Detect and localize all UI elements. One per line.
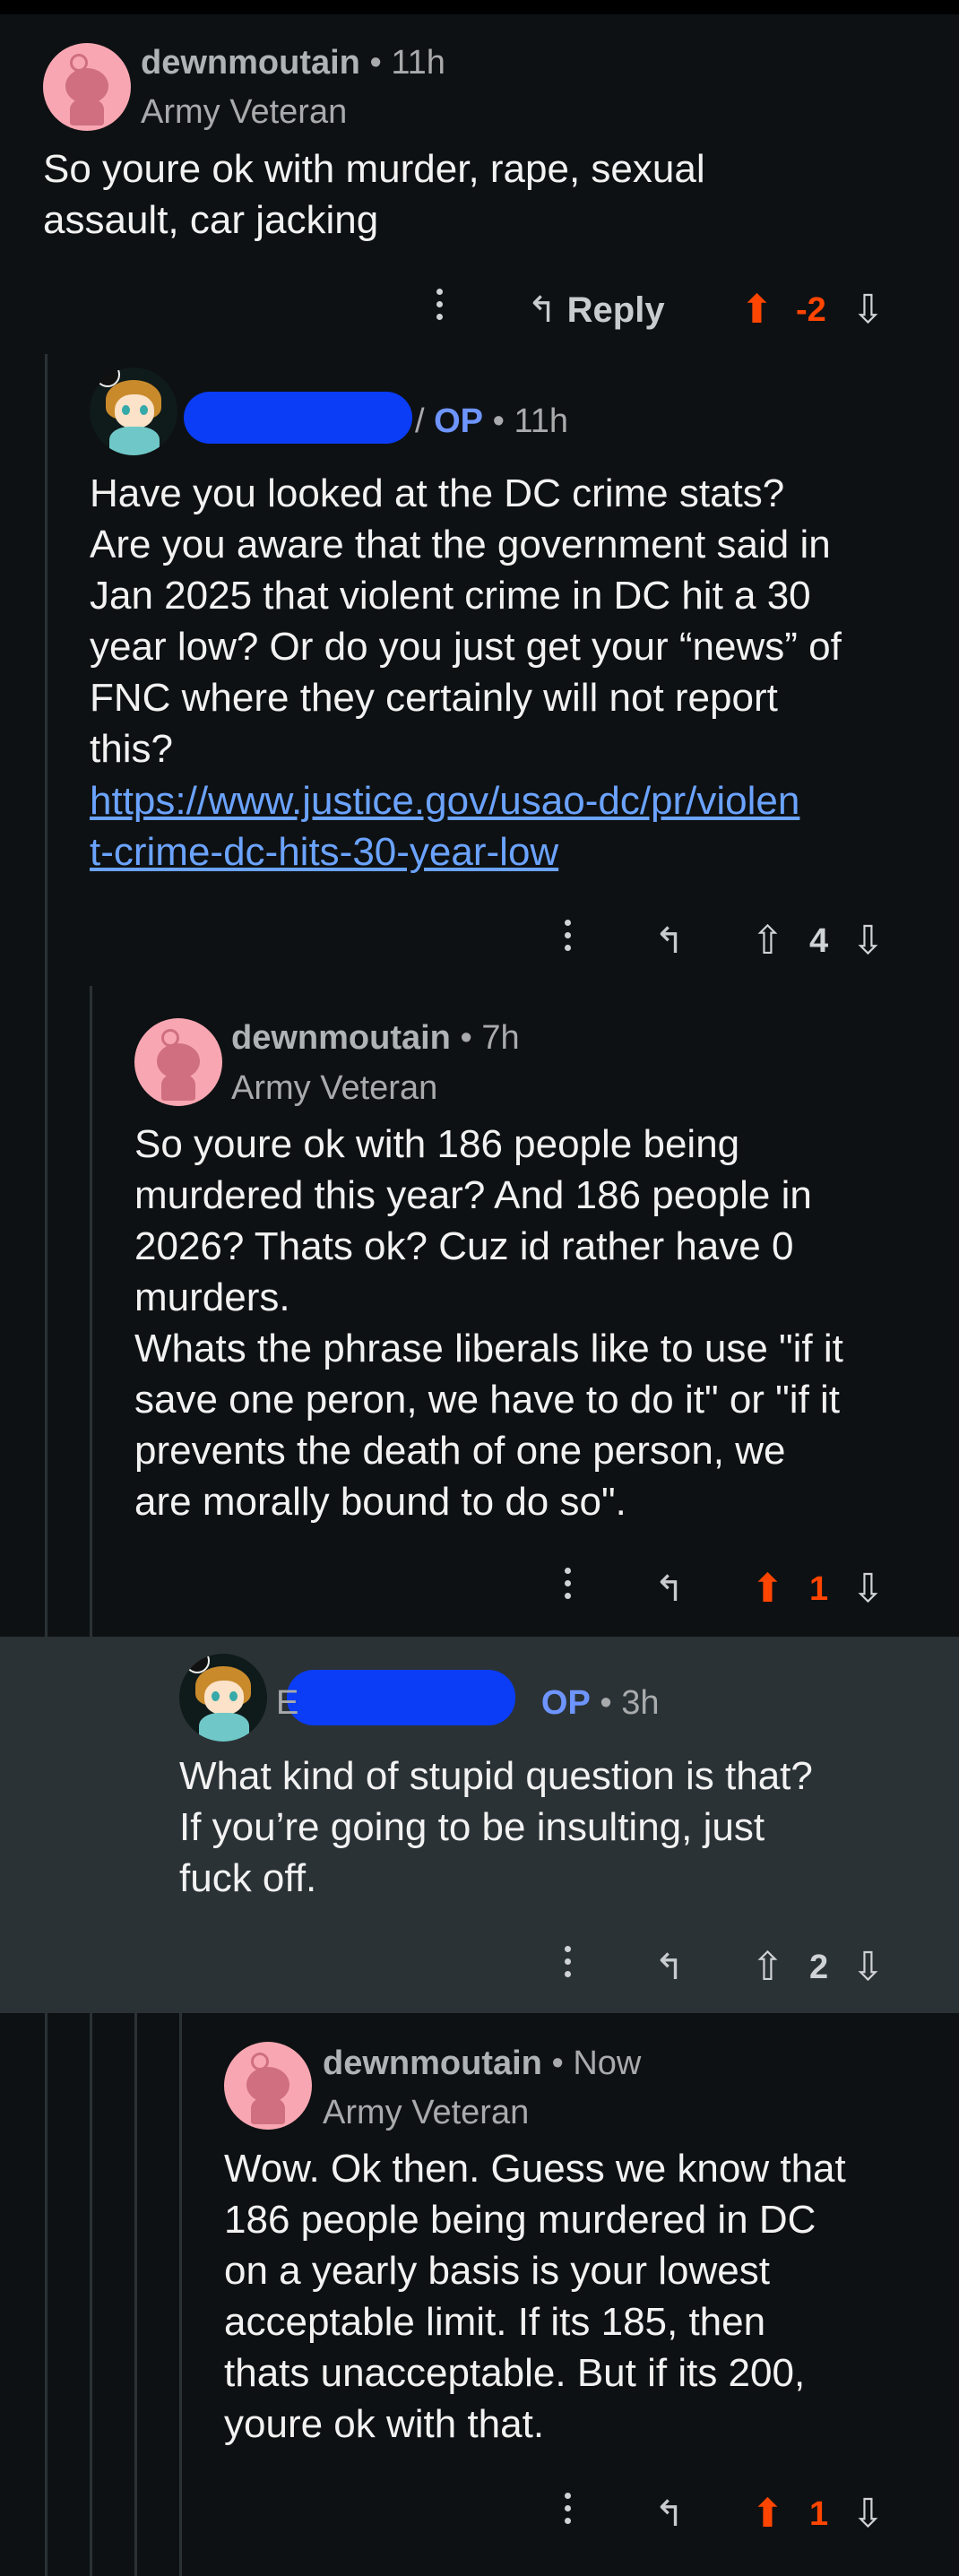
more-options-icon[interactable] (565, 1946, 574, 1984)
reply-arrow-icon[interactable]: ↰ (654, 1941, 685, 1994)
thread-line-2 (90, 986, 92, 2576)
username-fragment: E (276, 1684, 299, 1722)
op-avatar[interactable] (179, 1654, 267, 1742)
comment-actions: ↰ ⬆ 1 ⇩ (0, 2487, 959, 2541)
reply-label: Reply (566, 290, 665, 330)
timestamp: 7h (481, 1019, 520, 1057)
reply-button[interactable]: ↰ Reply (527, 283, 665, 337)
downvote-arrow-icon[interactable]: ⇩ (851, 1569, 885, 1609)
downvote-arrow-icon[interactable]: ⇩ (851, 2494, 885, 2534)
redacted-username (184, 392, 412, 444)
username[interactable]: dewnmoutain (323, 2044, 542, 2082)
comment-meta: dewnmoutain • 7h (231, 1019, 520, 1057)
username-fragment: / (415, 402, 425, 440)
reply-arrow-icon[interactable]: ↰ (654, 1562, 685, 1616)
timestamp: 11h (514, 402, 569, 440)
thread-line-1 (45, 354, 48, 2576)
reply-arrow-icon[interactable]: ↰ (654, 914, 685, 968)
downvote-arrow-icon[interactable]: ⇩ (851, 290, 885, 330)
comment-meta: / OP • 11h (415, 402, 569, 440)
avatar[interactable] (43, 43, 131, 131)
comment-actions: ↰ ⇧ 2 ⇩ (0, 1941, 959, 1994)
vote-score: 1 (809, 2495, 829, 2533)
comment-link[interactable]: https://www.justice.gov/usao-dc/pr/viole… (90, 775, 932, 877)
comment-actions: ↰ ⬆ 1 ⇩ (0, 1562, 959, 1616)
downvote-arrow-icon[interactable]: ⇩ (851, 1948, 885, 1987)
vote-score: 4 (809, 922, 829, 960)
comment-actions: ↰ ⇧ 4 ⇩ (0, 914, 959, 968)
avatar[interactable] (224, 2042, 312, 2130)
upvote-arrow-icon[interactable]: ⬆ (740, 290, 773, 330)
op-avatar[interactable] (90, 367, 177, 455)
thread-line-3 (134, 1637, 137, 2576)
downvote-arrow-icon[interactable]: ⇩ (851, 921, 885, 961)
vote-score: 2 (809, 1949, 829, 1986)
username[interactable]: dewnmoutain (141, 44, 360, 82)
user-flair: Army Veteran (141, 93, 348, 131)
upvote-arrow-icon[interactable]: ⬆ (751, 2494, 784, 2534)
more-options-icon[interactable] (565, 2493, 574, 2530)
user-flair: Army Veteran (323, 2094, 530, 2131)
comment-actions: ↰ Reply ⬆ -2 ⇩ (0, 283, 959, 337)
timestamp: 3h (621, 1684, 660, 1722)
comment-body: Wow. Ok then. Guess we know that 186 peo… (224, 2147, 846, 2446)
comment-body: So youre ok with murder, rape, sexual as… (43, 147, 705, 242)
reply-arrow-icon[interactable]: ↰ (654, 2487, 685, 2541)
upvote-arrow-icon[interactable]: ⇧ (751, 1948, 784, 1987)
vote-score: -2 (796, 291, 826, 329)
op-badge: OP (434, 402, 484, 440)
more-options-icon[interactable] (565, 1568, 574, 1605)
more-options-icon[interactable] (436, 289, 445, 326)
username[interactable]: dewnmoutain (231, 1019, 451, 1057)
comment-body: So youre ok with 186 people being murder… (134, 1122, 843, 1524)
comment-body: What kind of stupid question is that? If… (179, 1754, 813, 1900)
comment-meta: dewnmoutain • 11h (141, 44, 445, 82)
comment-meta: dewnmoutain • Now (323, 2044, 642, 2082)
timestamp: Now (573, 2044, 642, 2082)
vote-score: 1 (809, 1570, 829, 1608)
comment-meta: E OP • 3h (276, 1684, 660, 1722)
timestamp: 11h (391, 44, 445, 82)
upvote-arrow-icon[interactable]: ⬆ (751, 1569, 784, 1609)
op-badge: OP (540, 1684, 591, 1722)
upvote-arrow-icon[interactable]: ⇧ (751, 921, 784, 961)
status-bar-edge (0, 0, 959, 14)
avatar[interactable] (134, 1018, 222, 1106)
user-flair: Army Veteran (231, 1069, 438, 1107)
comment-body: Have you looked at the DC crime stats? A… (90, 471, 842, 771)
reply-arrow-icon: ↰ (527, 290, 557, 330)
more-options-icon[interactable] (565, 920, 574, 957)
